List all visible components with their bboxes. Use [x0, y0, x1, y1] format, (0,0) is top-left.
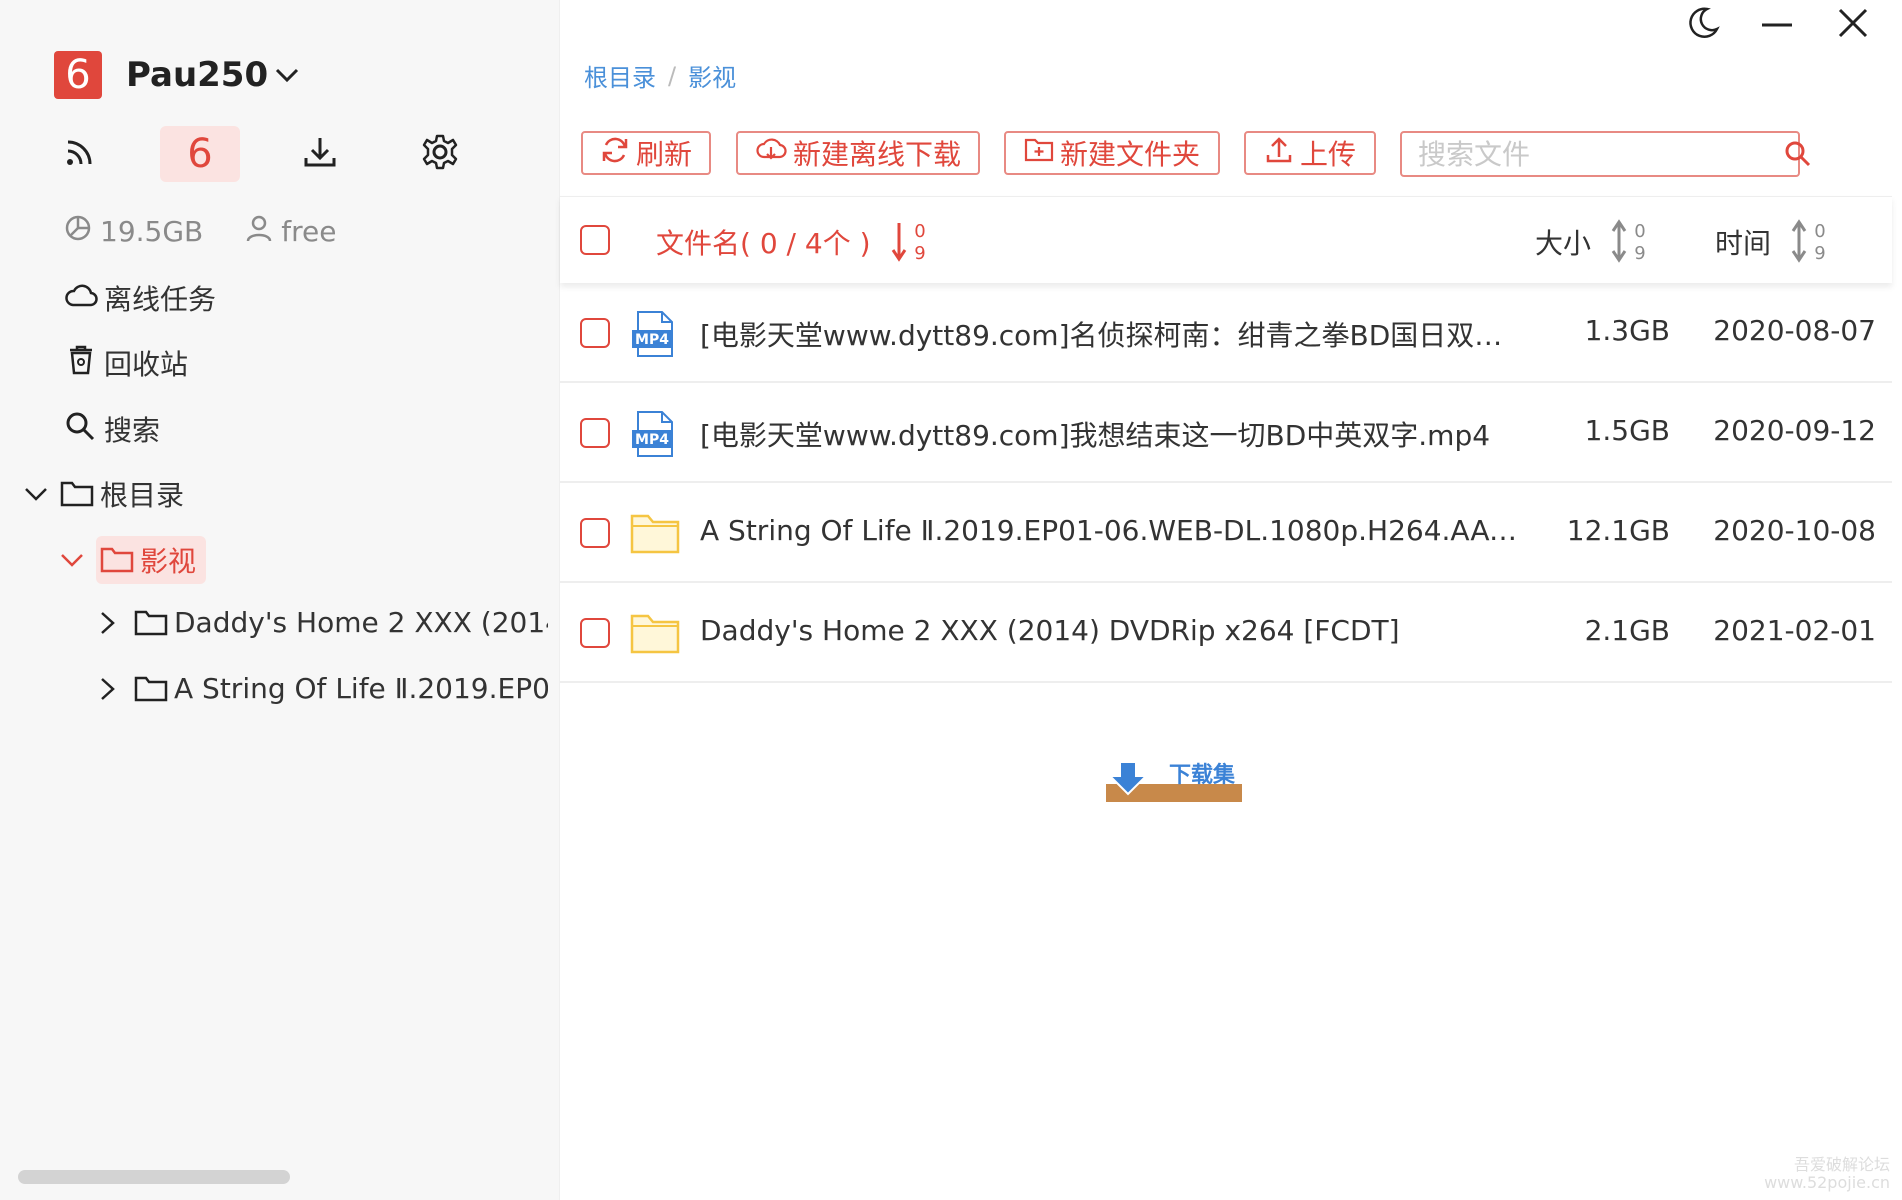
file-type-label: MP4 [635, 432, 669, 448]
row-checkbox[interactable] [580, 418, 610, 448]
file-time: 2021-02-01 [1713, 614, 1876, 647]
file-list-header: 文件名( 0 / 4个 ) 0 9 大小 0 9 时间 0 9 [560, 196, 1892, 283]
mp4-file-icon: MP4 [630, 410, 680, 462]
upload-icon [1264, 135, 1300, 172]
moon-icon [1685, 5, 1721, 45]
select-all-checkbox[interactable] [580, 225, 610, 255]
sort-both-icon[interactable]: 0 9 [1791, 219, 1831, 265]
new-offline-download-label: 新建离线下载 [792, 138, 961, 171]
breadcrumb-current[interactable]: 影视 [688, 58, 736, 93]
new-folder-label: 新建文件夹 [1059, 138, 1200, 171]
minimize-button[interactable] [1750, 0, 1804, 50]
sidebar: 6 Pau250 6 19.5GB free 离线任务 回收站 搜索 根目录 影… [0, 0, 560, 1200]
file-name[interactable]: A String Of Life Ⅱ.2019.EP01-06.WEB-DL.1… [700, 514, 1520, 547]
folder-icon [100, 546, 134, 574]
sort-both-icon[interactable]: 0 9 [1611, 219, 1651, 265]
sort-digit-top: 0 [914, 221, 925, 242]
watermark-logo-text: 下载集 [1169, 762, 1236, 788]
chevron-down-icon[interactable] [24, 486, 60, 502]
file-size: 1.3GB [1584, 314, 1670, 347]
close-window-button[interactable] [1826, 0, 1880, 50]
row-checkbox[interactable] [580, 518, 610, 548]
tree-item-child[interactable]: A String Of Life Ⅱ.2019.EP01-06.WEB-DL.1… [98, 672, 548, 705]
sort-digit-bottom: 9 [1814, 243, 1825, 264]
app-window: 6 Pau250 6 19.5GB free 离线任务 回收站 搜索 根目录 影… [0, 0, 1902, 1200]
chevron-right-icon[interactable] [98, 677, 134, 701]
row-checkbox[interactable] [580, 318, 610, 348]
breadcrumb: 根目录 / 影视 [584, 58, 736, 93]
sort-descending-icon[interactable]: 0 9 [891, 219, 931, 265]
minimize-icon [1759, 5, 1795, 45]
search-input[interactable] [1402, 134, 1783, 174]
tree-item-child-label: A String Of Life Ⅱ.2019.EP01-06.WEB-DL.1… [174, 672, 548, 705]
tree-item-selected-label: 影视 [140, 545, 197, 578]
file-row[interactable]: Daddy's Home 2 XXX (2014) DVDRip x264 [F… [560, 584, 1892, 683]
sort-digit-top: 0 [1634, 221, 1645, 242]
search-box [1400, 131, 1811, 177]
file-name[interactable]: [电影天堂www.dytt89.com]名侦探柯南：绀青之拳BD国日双语中字.m… [700, 314, 1520, 354]
folder-icon [134, 609, 168, 637]
folder-tree: 根目录 影视 Daddy's Home 2 XXX (201 A String … [0, 0, 548, 1200]
search-submit-button[interactable] [1783, 139, 1813, 169]
file-name[interactable]: Daddy's Home 2 XXX (2014) DVDRip x264 [F… [700, 614, 1520, 647]
upload-label: 上传 [1299, 138, 1356, 171]
sort-digit-bottom: 9 [1634, 243, 1645, 264]
file-time: 2020-10-08 [1713, 514, 1876, 547]
file-type-label: MP4 [635, 332, 669, 348]
new-folder-button[interactable]: 新建文件夹 [1004, 131, 1220, 175]
refresh-button[interactable]: 刷新 [581, 131, 711, 175]
tree-item-root-label: 根目录 [100, 479, 185, 512]
tree-item-child[interactable]: Daddy's Home 2 XXX (2014) DVDRip x264 [F… [98, 606, 548, 639]
sort-digit-bottom: 9 [914, 243, 925, 264]
folder-icon [134, 675, 168, 703]
search-icon [1785, 141, 1811, 167]
file-row[interactable]: MP4 [电影天堂www.dytt89.com]名侦探柯南：绀青之拳BD国日双语… [560, 284, 1892, 383]
file-size: 1.5GB [1584, 414, 1670, 447]
size-column-label: 大小 [1535, 227, 1592, 260]
folder-add-icon [1024, 137, 1060, 170]
row-checkbox[interactable] [580, 618, 610, 648]
tree-item-child-label: Daddy's Home 2 XXX (2014) DVDRip x264 [F… [174, 606, 548, 639]
refresh-button-label: 刷新 [635, 138, 692, 171]
file-time: 2020-09-12 [1713, 414, 1876, 447]
theme-toggle-button[interactable] [1676, 0, 1730, 50]
file-row[interactable]: MP4 [电影天堂www.dytt89.com]我想结束这一切BD中英双字.mp… [560, 384, 1892, 483]
file-name[interactable]: [电影天堂www.dytt89.com]我想结束这一切BD中英双字.mp4 [700, 414, 1520, 454]
refresh-icon [600, 135, 636, 172]
watermark-line-1: 吾爱破解论坛 [1793, 1155, 1890, 1174]
watermark-corner: 吾爱破解论坛 www.52pojie.cn [1764, 1156, 1890, 1192]
cloud-download-icon [755, 136, 793, 171]
chevron-right-icon[interactable] [98, 611, 134, 635]
file-time: 2020-08-07 [1713, 314, 1876, 347]
folder-icon [630, 610, 682, 660]
file-size: 12.1GB [1566, 514, 1670, 547]
chevron-down-icon[interactable] [60, 552, 96, 568]
file-row[interactable]: A String Of Life Ⅱ.2019.EP01-06.WEB-DL.1… [560, 484, 1892, 583]
folder-icon [60, 480, 94, 508]
name-column-label: 文件名( 0 / 4个 ) [656, 227, 871, 260]
watermark-logo: 下载集 [1104, 758, 1244, 804]
new-offline-download-button[interactable]: 新建离线下载 [736, 131, 980, 175]
time-column-label: 时间 [1715, 227, 1772, 260]
time-column-header[interactable]: 时间 0 9 [1715, 219, 1831, 265]
close-icon [1836, 6, 1870, 44]
name-column-header[interactable]: 文件名( 0 / 4个 ) 0 9 [656, 219, 931, 265]
tree-item-selected-highlight: 影视 [96, 536, 207, 584]
tree-item-root[interactable]: 根目录 [24, 474, 184, 514]
sidebar-horizontal-scrollbar[interactable] [18, 1170, 290, 1184]
breadcrumb-separator: / [668, 61, 677, 90]
breadcrumb-root[interactable]: 根目录 [584, 58, 656, 93]
mp4-file-icon: MP4 [630, 310, 680, 362]
tree-item-selected[interactable]: 影视 [60, 536, 207, 584]
watermark-line-2: www.52pojie.cn [1764, 1173, 1890, 1192]
folder-icon [630, 510, 682, 560]
file-size: 2.1GB [1584, 614, 1670, 647]
size-column-header[interactable]: 大小 0 9 [1535, 219, 1651, 265]
upload-button[interactable]: 上传 [1244, 131, 1376, 175]
sort-digit-top: 0 [1814, 221, 1825, 242]
